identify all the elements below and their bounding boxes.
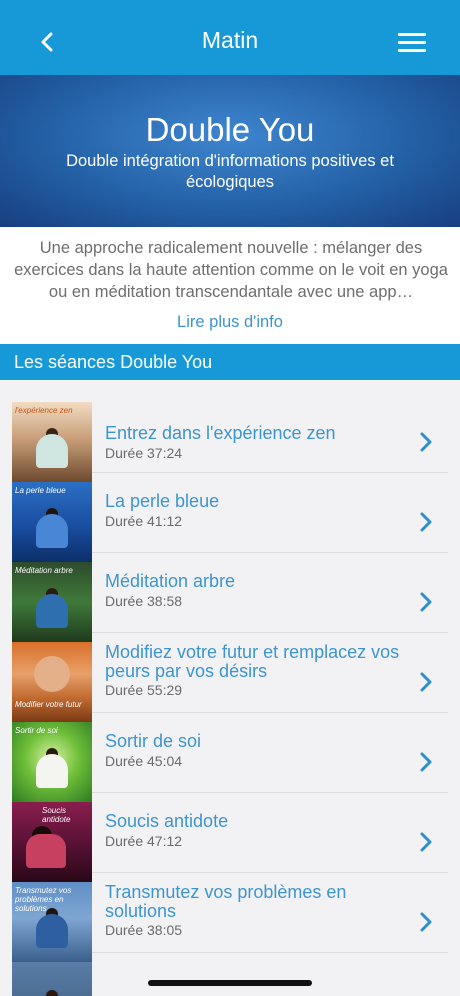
hero-subtitle: Double intégration d'informations positi… (66, 152, 394, 191)
hero-banner: Double You Double intégration d'informat… (0, 75, 460, 227)
session-title: Soucis antidote (105, 811, 229, 831)
page-title: Matin (201, 27, 259, 53)
thumbnail-label: Soucis antidote (42, 806, 71, 824)
session-row[interactable]: l'expérience zen Entrez dans l'expérienc… (0, 392, 460, 482)
session-duration: Durée 47:12 (105, 833, 183, 849)
chevron-right-icon (420, 832, 432, 852)
thumbnail-label: Sortir de soi (15, 726, 58, 735)
session-duration: Durée 45:04 (105, 753, 183, 769)
chevron-right-icon (420, 512, 432, 532)
session-title: Entrez dans l'expérience zen (105, 423, 336, 443)
session-title: Modifiez votre futur et remplacez vos pe… (105, 642, 400, 681)
session-title: Transmutez vos problèmes en solutions (105, 882, 347, 921)
session-title: La perle bleue (105, 491, 220, 511)
session-thumbnail: Transmutez vos problèmes en solutions (12, 882, 92, 962)
session-duration: Durée 38:58 (105, 593, 183, 609)
session-duration: Durée 55:29 (105, 682, 183, 698)
session-thumbnail: Sortir de soi (12, 722, 92, 802)
thumbnail-label: l'expérience zen (15, 406, 73, 415)
session-thumbnail: l'expérience zen (12, 402, 92, 482)
session-thumbnail (12, 962, 92, 996)
thumbnail-label: La perle bleue (15, 486, 66, 495)
read-more-link[interactable]: Lire plus d'info (0, 313, 460, 332)
chevron-right-icon (420, 752, 432, 772)
session-thumbnail: La perle bleue (12, 482, 92, 562)
chevron-right-icon (420, 432, 432, 452)
thumbnail-label: Méditation arbre (15, 566, 73, 575)
description-block: Une approche radicalement nouvelle : mél… (0, 227, 460, 343)
session-row[interactable]: La perle bleue La perle bleue Durée 41:1… (0, 472, 460, 562)
session-thumbnail: Soucis antidote (12, 802, 92, 882)
session-row[interactable]: Modifier votre futur Modifiez votre futu… (0, 632, 460, 722)
session-title: Méditation arbre (105, 571, 236, 591)
section-header: Les séances Double You (0, 344, 460, 380)
chevron-right-icon (420, 912, 432, 932)
session-duration: Durée 38:05 (105, 922, 183, 938)
hero-title: Double You (145, 111, 315, 148)
session-title: Sortir de soi (105, 731, 202, 751)
session-thumbnail: Modifier votre futur (12, 642, 92, 722)
chevron-right-icon (420, 672, 432, 692)
session-duration: Durée 37:24 (105, 445, 183, 461)
session-list: l'expérience zen Entrez dans l'expérienc… (0, 380, 460, 996)
session-duration: Durée 41:12 (105, 513, 183, 529)
session-row[interactable]: Sortir de soi Sortir de soi Durée 45:04 (0, 712, 460, 802)
section-title: Les séances Double You (14, 352, 213, 372)
session-thumbnail: Méditation arbre (12, 562, 92, 642)
session-row[interactable]: Transmutez vos problèmes en solutions Tr… (0, 872, 460, 962)
chevron-right-icon (420, 592, 432, 612)
thumbnail-label: Modifier votre futur (15, 700, 82, 709)
top-navigation-bar: Matin (0, 0, 460, 75)
hamburger-menu-icon[interactable] (398, 33, 426, 53)
description-text: Une approche radicalement nouvelle : mél… (14, 239, 448, 301)
session-row-partial (0, 952, 460, 996)
home-indicator (148, 980, 312, 986)
session-row[interactable]: Méditation arbre Méditation arbre Durée … (0, 552, 460, 642)
session-row[interactable]: Soucis antidote Soucis antidote Durée 47… (0, 792, 460, 882)
